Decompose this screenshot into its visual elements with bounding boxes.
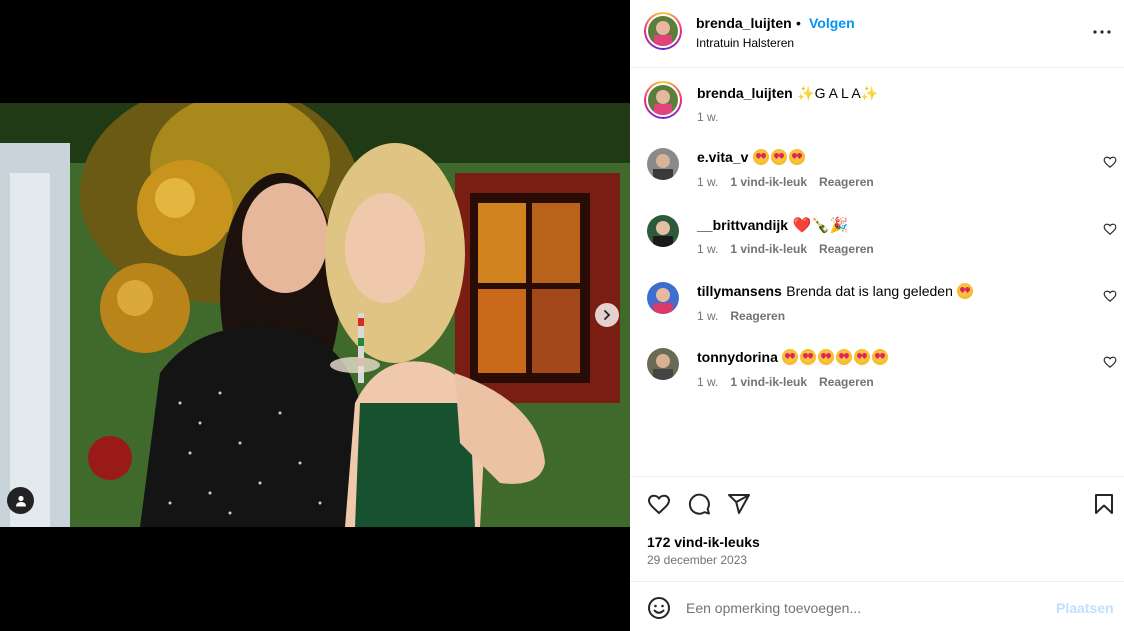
- comment-line: tonnydorina: [697, 349, 890, 367]
- avatar-image: [648, 16, 678, 46]
- post-actions: 172 vind-ik-leuks 29 december 2023: [630, 476, 1124, 581]
- commenter-avatar[interactable]: [647, 148, 679, 180]
- next-slide-button[interactable]: [595, 303, 619, 327]
- comment-meta: 1 w. 1 vind-ik-leuk Reageren: [697, 375, 874, 389]
- likes-count[interactable]: 172 vind-ik-leuks: [647, 534, 760, 550]
- avatar-image: [647, 148, 679, 180]
- post-photo-illustration: [0, 103, 630, 527]
- comment-line: __brittvandijk ❤️🍾🎉: [697, 216, 849, 235]
- comment-text: Brenda dat is lang geleden: [786, 283, 953, 299]
- post-comment-button[interactable]: Plaatsen: [1056, 600, 1114, 616]
- comment-line: e.vita_v: [697, 149, 807, 167]
- reply-button[interactable]: Reageren: [819, 375, 874, 389]
- share-send-icon[interactable]: [727, 492, 751, 516]
- comment-time[interactable]: 1 w.: [697, 242, 718, 256]
- commenter-avatar[interactable]: [647, 215, 679, 247]
- avatar-image: [647, 282, 679, 314]
- save-bookmark-icon[interactable]: [1092, 492, 1116, 516]
- heart-eyes-emoji: [782, 349, 890, 366]
- comment-time[interactable]: 1 w.: [697, 175, 718, 189]
- caption-time[interactable]: 1 w.: [697, 110, 718, 124]
- comment-likes[interactable]: 1 vind-ik-leuk: [730, 242, 807, 256]
- like-comment-heart-icon[interactable]: [1103, 155, 1117, 169]
- media-pane: [0, 0, 630, 631]
- comment-meta: 1 w. Reageren: [697, 309, 785, 323]
- like-comment-heart-icon[interactable]: [1103, 355, 1117, 369]
- comment-time[interactable]: 1 w.: [697, 375, 718, 389]
- follow-button[interactable]: Volgen: [809, 15, 855, 31]
- post-date[interactable]: 29 december 2023: [647, 553, 747, 567]
- comment-username[interactable]: e.vita_v: [697, 149, 748, 165]
- post-photo[interactable]: [0, 103, 630, 527]
- more-horizontal-icon: [1093, 30, 1111, 34]
- comment-username[interactable]: tonnydorina: [697, 349, 778, 365]
- comment-meta: 1 w. 1 vind-ik-leuk Reageren: [697, 175, 874, 189]
- author-username[interactable]: brenda_luijten: [696, 15, 792, 31]
- caption-username[interactable]: brenda_luijten: [697, 85, 793, 101]
- like-comment-heart-icon[interactable]: [1103, 222, 1117, 236]
- comment-item: e.vita_v 1 w. 1 vind-ik-leuk Reageren: [630, 148, 1124, 208]
- reply-button[interactable]: Reageren: [730, 309, 785, 323]
- comment-time[interactable]: 1 w.: [697, 309, 718, 323]
- emoji-smiley-icon[interactable]: [647, 596, 671, 620]
- commenter-avatar[interactable]: [647, 348, 679, 380]
- comment-item: __brittvandijk ❤️🍾🎉 1 w. 1 vind-ik-leuk …: [630, 215, 1124, 275]
- commenter-avatar[interactable]: [647, 282, 679, 314]
- comment-item: tonnydorina 1 w. 1 vind-ik-leuk Reageren: [630, 348, 1124, 408]
- user-icon: [15, 495, 26, 506]
- comment-item: tillymansens Brenda dat is lang geleden …: [630, 282, 1124, 342]
- comment-likes[interactable]: 1 vind-ik-leuk: [730, 175, 807, 189]
- comment-composer: Plaatsen: [630, 581, 1124, 631]
- chevron-right-icon: [604, 310, 611, 320]
- avatar-image: [648, 85, 678, 115]
- caption-avatar[interactable]: [644, 81, 682, 119]
- comment-text: ❤️🍾🎉: [792, 217, 849, 234]
- caption-text: ✨G A L A✨: [797, 85, 879, 101]
- author-avatar[interactable]: [644, 12, 682, 50]
- post-location[interactable]: Intratuin Halsteren: [696, 36, 794, 50]
- comment-line: tillymansens Brenda dat is lang geleden: [697, 283, 975, 301]
- like-heart-icon[interactable]: [647, 492, 671, 516]
- caption-line: brenda_luijten ✨G A L A✨: [697, 85, 878, 103]
- comment-meta: 1 w. 1 vind-ik-leuk Reageren: [697, 242, 874, 256]
- tagged-users-button[interactable]: [7, 487, 34, 514]
- avatar-image: [647, 215, 679, 247]
- header-separator: •: [796, 15, 801, 31]
- avatar-image: [647, 348, 679, 380]
- post-side-panel: brenda_luijten • Volgen Intratuin Halste…: [630, 0, 1124, 631]
- post-header: brenda_luijten • Volgen Intratuin Halste…: [630, 0, 1124, 68]
- heart-eyes-emoji: [752, 149, 807, 166]
- comment-username[interactable]: tillymansens: [697, 283, 782, 299]
- comment-bubble-icon[interactable]: [687, 492, 711, 516]
- heart-eyes-emoji: [957, 283, 975, 300]
- more-options-button[interactable]: [1092, 22, 1112, 42]
- comment-likes[interactable]: 1 vind-ik-leuk: [730, 375, 807, 389]
- comment-username[interactable]: __brittvandijk: [697, 217, 788, 233]
- comments-section: brenda_luijten ✨G A L A✨ 1 w. e.vita_v 1…: [630, 68, 1124, 476]
- reply-button[interactable]: Reageren: [819, 175, 874, 189]
- comment-input[interactable]: [686, 594, 1046, 622]
- like-comment-heart-icon[interactable]: [1103, 289, 1117, 303]
- reply-button[interactable]: Reageren: [819, 242, 874, 256]
